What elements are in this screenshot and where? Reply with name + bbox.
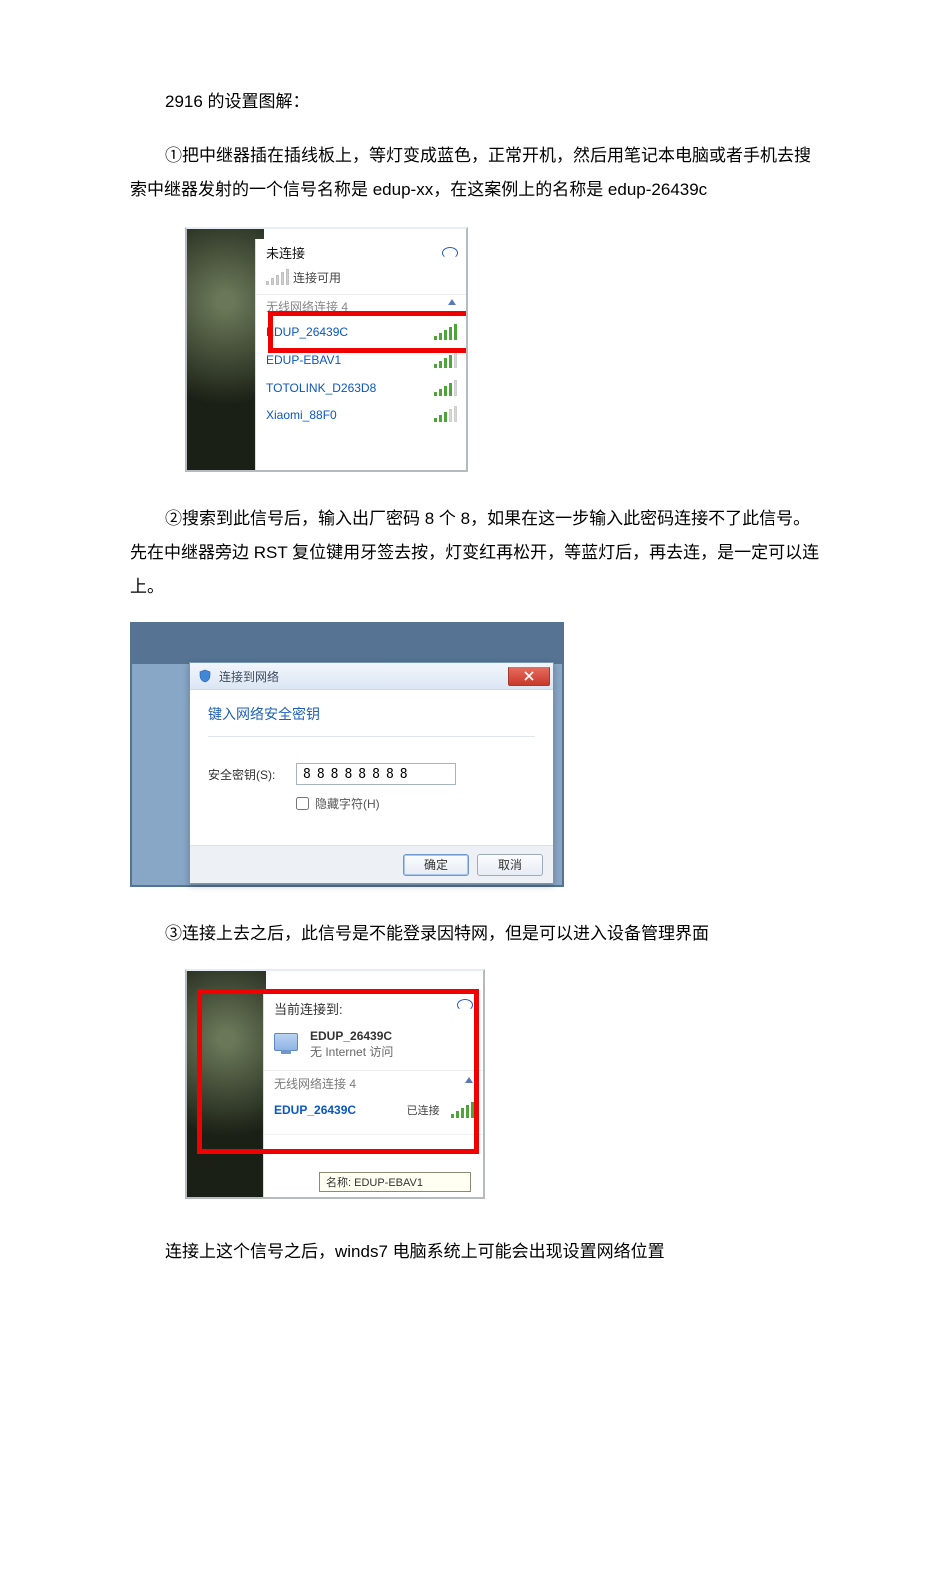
signal-strength-icon (434, 406, 456, 422)
close-button[interactable] (508, 667, 550, 686)
wifi-not-connected-label: 未连接 (266, 243, 305, 262)
figure-3-wifi-connected: 当前连接到: EDUP_26439C 无 Internet 访问 无线网络连接 … (185, 969, 485, 1199)
wifi-item-edup-26439c[interactable]: EDUP_26439C (256, 318, 466, 346)
connection-available-label: 连接可用 (293, 269, 341, 286)
ssid-label: TOTOLINK_D263D8 (266, 381, 376, 395)
refresh-icon[interactable] (442, 247, 458, 259)
ssid-label: EDUP_26439C (274, 1103, 356, 1117)
ssid-label: Xiaomi_88F0 (266, 408, 337, 422)
refresh-icon[interactable] (457, 999, 473, 1011)
wireless-section-label: 无线网络连接 4 (274, 1077, 356, 1091)
signal-strength-icon (434, 352, 456, 368)
wifi-item-connected[interactable]: EDUP_26439C 已连接 (264, 1096, 483, 1124)
step-1: ①把中继器插在插线板上，等灯变成蓝色，正常开机，然后用笔记本电脑或者手机去搜索中… (130, 139, 820, 207)
desktop-fragment (187, 229, 264, 470)
wifi-item-xiaomi[interactable]: Xiaomi_88F0 (256, 402, 466, 422)
security-key-label: 安全密钥(S): (208, 766, 280, 783)
desktop-fragment (187, 971, 266, 1197)
wifi-item-edup-ebav1[interactable]: EDUP-EBAV1 (256, 346, 466, 374)
hide-chars-checkbox[interactable] (296, 797, 309, 810)
step-3: ③连接上去之后，此信号是不能登录因特网，但是可以进入设备管理界面 (130, 917, 820, 951)
no-internet-label: 无 Internet 访问 (310, 1044, 393, 1060)
signal-strength-icon (434, 380, 456, 396)
security-key-input[interactable] (296, 763, 456, 785)
step-4: 连接上这个信号之后，winds7 电脑系统上可能会出现设置网络位置 (130, 1235, 820, 1269)
figure-1-wifi-list: 未连接 连接可用 无线网络连接 4 EDUP_26439C EDUP- (185, 227, 468, 472)
step-2: ②搜索到此信号后，输入出厂密码 8 个 8，如果在这一步输入此密码连接不了此信号… (130, 502, 820, 604)
tooltip-fragment: 名称: EDUP-EBAV1 (319, 1172, 471, 1192)
status-connected-label: 已连接 (407, 1105, 440, 1117)
currently-connected-label: 当前连接到: (274, 999, 343, 1018)
hide-chars-label: 隐藏字符(H) (315, 795, 380, 812)
signal-strength-icon (434, 324, 456, 340)
doc-title: 2916 的设置图解： (130, 85, 820, 119)
no-connection-icon (266, 269, 286, 285)
figure-2-password-dialog: 连接到网络 键入网络安全密钥 安全密钥(S): 隐藏字符(H) (130, 622, 564, 887)
current-ssid: EDUP_26439C (310, 1028, 393, 1044)
chevron-up-icon (465, 1077, 473, 1083)
wireless-section-label: 无线网络连接 4 (266, 300, 348, 314)
close-icon (524, 671, 534, 681)
dialog-section-heading: 键入网络安全密钥 (208, 704, 535, 737)
wifi-item-totolink[interactable]: TOTOLINK_D263D8 (256, 374, 466, 402)
cancel-button[interactable]: 取消 (477, 854, 543, 876)
ssid-label: EDUP-EBAV1 (266, 353, 341, 367)
signal-strength-icon (451, 1102, 473, 1118)
ok-button[interactable]: 确定 (403, 854, 469, 876)
shield-icon (198, 669, 212, 683)
current-connection: EDUP_26439C 无 Internet 访问 (264, 1022, 483, 1070)
ssid-label: EDUP_26439C (266, 325, 348, 339)
chevron-up-icon (448, 299, 456, 305)
monitor-icon (274, 1033, 300, 1055)
dialog-title-label: 连接到网络 (219, 668, 279, 685)
